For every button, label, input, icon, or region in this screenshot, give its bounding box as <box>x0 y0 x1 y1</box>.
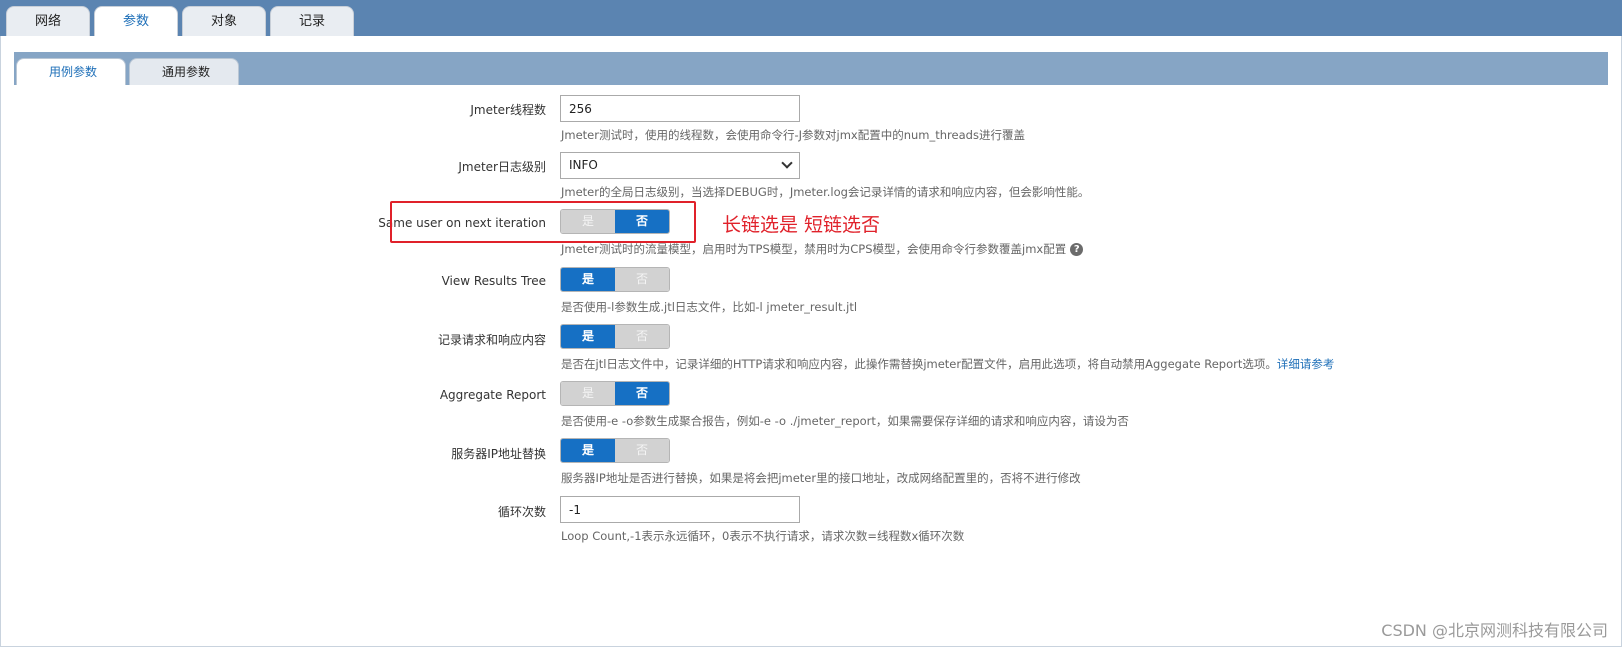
tab-common-params[interactable]: 通用参数 <box>129 58 240 85</box>
tab-params[interactable]: 参数 <box>94 6 179 36</box>
aggregate-report-help: 是否使用-e -o参数生成聚合报告，例如-e -o ./jmeter_repor… <box>561 414 1129 428</box>
log-level-help: Jmeter的全局日志级别，当选择DEBUG时，Jmeter.log会记录详情的… <box>561 185 1090 199</box>
question-icon[interactable]: ? <box>1070 243 1084 256</box>
record-content-toggle[interactable]: 是 否 <box>560 324 670 349</box>
aggregate-report-no[interactable]: 否 <box>615 382 669 405</box>
server-ip-help: 服务器IP地址是否进行替换，如果是将会把jmeter里的接口地址，改成网络配置里… <box>561 471 1081 485</box>
annotation-box <box>390 201 696 243</box>
view-results-tree-yes[interactable]: 是 <box>561 268 615 291</box>
log-level-label: Jmeter日志级别 <box>458 160 546 174</box>
tab-case-params[interactable]: 用例参数 <box>16 58 127 85</box>
record-content-help: 是否在jtl日志文件中，记录详细的HTTP请求和响应内容，此操作需替换jmete… <box>561 356 1334 372</box>
loop-count-input[interactable] <box>560 496 800 523</box>
watermark: CSDN @北京网测科技有限公司 <box>1381 621 1608 640</box>
view-results-tree-label: View Results Tree <box>441 274 546 288</box>
same-user-help-text: Jmeter测试时的流量模型，启用时为TPS模型，禁用时为CPS模型，会使用命令… <box>561 242 1067 256</box>
view-results-tree-toggle[interactable]: 是 否 <box>560 267 670 292</box>
server-ip-toggle[interactable]: 是 否 <box>560 438 670 463</box>
top-tabs: 网络 参数 对象 记录 <box>6 6 358 36</box>
threads-label: Jmeter线程数 <box>470 103 546 117</box>
sub-tab-bar <box>14 52 1608 85</box>
tab-records[interactable]: 记录 <box>270 6 355 36</box>
log-level-select[interactable]: INFO <box>560 152 800 179</box>
aggregate-report-toggle[interactable]: 是 否 <box>560 381 670 406</box>
annotation-text: 长链选是 短链选否 <box>722 214 881 236</box>
tab-network[interactable]: 网络 <box>6 6 91 36</box>
same-user-help: Jmeter测试时的流量模型，启用时为TPS模型，禁用时为CPS模型，会使用命令… <box>561 241 1084 257</box>
server-ip-yes[interactable]: 是 <box>561 439 615 462</box>
threads-help: Jmeter测试时，使用的线程数，会使用命令行-J参数对jmx配置中的num_t… <box>561 128 1025 142</box>
threads-input[interactable] <box>560 95 800 122</box>
sub-tabs: 用例参数 通用参数 <box>16 58 242 85</box>
aggregate-report-yes[interactable]: 是 <box>561 382 615 405</box>
server-ip-no[interactable]: 否 <box>615 439 669 462</box>
aggregate-report-label: Aggregate Report <box>439 388 546 402</box>
record-content-link[interactable]: 详细请参考 <box>1277 357 1335 371</box>
view-results-tree-no[interactable]: 否 <box>615 268 669 291</box>
server-ip-label: 服务器IP地址替换 <box>451 447 546 461</box>
loop-count-label: 循环次数 <box>497 505 546 519</box>
record-content-help-text: 是否在jtl日志文件中，记录详细的HTTP请求和响应内容，此操作需替换jmete… <box>561 357 1277 371</box>
view-results-tree-help: 是否使用-l参数生成.jtl日志文件，比如-l jmeter_result.jt… <box>561 300 858 314</box>
record-content-yes[interactable]: 是 <box>561 325 615 348</box>
record-content-label: 记录请求和响应内容 <box>437 333 546 347</box>
log-level-value: INFO <box>569 158 598 172</box>
loop-count-help: Loop Count,-1表示永远循环，0表示不执行请求，请求次数=线程数x循环… <box>561 529 965 543</box>
record-content-no[interactable]: 否 <box>615 325 669 348</box>
tab-objects[interactable]: 对象 <box>182 6 267 36</box>
chevron-down-icon <box>781 157 793 169</box>
